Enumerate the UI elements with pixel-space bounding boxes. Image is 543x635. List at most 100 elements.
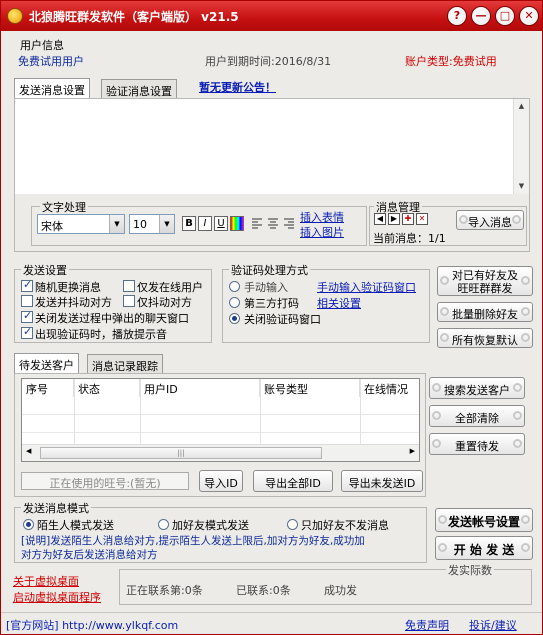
prev-message-icon[interactable]: ◀ (374, 213, 386, 225)
shake-only-label: 仅抖动对方 (137, 296, 192, 309)
disclaimer-link[interactable]: 免责声明 (405, 617, 449, 633)
scroll-left-icon[interactable]: ◀ (26, 447, 31, 455)
column-divider (260, 379, 261, 444)
captcha-manual-radio[interactable] (229, 281, 240, 292)
add-only-radio[interactable] (287, 519, 298, 530)
table-hscrollbar[interactable]: ◀ ||| ▶ (22, 444, 419, 461)
start-send-button[interactable]: 开 始 发 送 (435, 536, 533, 560)
size-select-value: 10 (133, 218, 147, 231)
scroll-down-icon[interactable]: ▼ (514, 179, 529, 194)
clear-all-button[interactable]: 全部清除 (429, 405, 525, 427)
account-type: 账户类型:免费试用 (405, 55, 497, 68)
export-all-id-button[interactable]: 导出全部ID (253, 470, 333, 492)
captcha-close-radio[interactable] (229, 313, 240, 324)
send-shake-label: 发送并抖动对方 (35, 296, 112, 309)
captcha-group: 验证码处理方式 手动输入 手动输入验证码窗口 第三方打码 相关设置 关闭验证码窗… (222, 262, 430, 343)
status-panel: 正在联系第:0条 已联系:0条 成功发 发实际数 (119, 562, 532, 605)
customer-table[interactable]: 序号 状态 用户ID 账号类型 在线情况 ◀ ||| ▶ (21, 378, 420, 462)
feedback-link[interactable]: 投诉/建议 (469, 617, 517, 633)
footer-divider (1, 612, 542, 613)
column-divider (74, 379, 75, 444)
manual-captcha-window-link[interactable]: 手动输入验证码窗口 (317, 279, 416, 295)
expiry-date: 用户到期时间:2016/8/31 (205, 55, 332, 68)
shake-only-checkbox[interactable] (123, 295, 135, 307)
send-mode-group: 发送消息模式 陌生人模式发送 加好友模式发送 只加好友不发消息 [说明]发送陌生… (14, 500, 427, 563)
export-unsent-id-button[interactable]: 导出未发送ID (341, 470, 423, 492)
insert-image-link[interactable]: 插入图片 (300, 224, 344, 240)
column-divider (140, 379, 141, 444)
tab-send-message-settings[interactable]: 发送消息设置 (14, 78, 90, 99)
next-message-icon[interactable]: ▶ (388, 213, 400, 225)
friend-mode-radio[interactable] (158, 519, 169, 530)
close-chat-label: 关闭发送过程中弹出的聊天窗口 (35, 312, 189, 325)
minimize-button[interactable]: — (471, 6, 491, 26)
send-settings-heading: 发送设置 (21, 262, 69, 278)
align-center-icon[interactable] (266, 216, 280, 231)
send-mode-note-2: 对方为好友后发送消息给对方 (21, 549, 158, 561)
stranger-mode-radio[interactable] (23, 519, 34, 530)
column-divider (360, 379, 361, 444)
tab-pending-customers[interactable]: 待发送客户 (14, 353, 79, 374)
search-customers-button[interactable]: 搜索发送客户 (429, 377, 525, 399)
add-message-icon[interactable]: ✚ (402, 213, 414, 225)
chevron-down-icon[interactable]: ▼ (109, 215, 124, 233)
captcha-sound-checkbox[interactable] (21, 325, 33, 339)
message-scrollbar[interactable]: ▲ ▼ (513, 99, 529, 194)
online-only-label: 仅发在线用户 (137, 281, 203, 294)
column-header-index[interactable]: 序号 (22, 379, 74, 397)
message-manage-group: 消息管理 ◀ ▶ ✚ ✕ 当前消息：1/1 导入消息 (369, 199, 527, 246)
online-only-checkbox[interactable] (123, 280, 135, 292)
align-right-icon[interactable] (282, 216, 296, 231)
column-header-account-type[interactable]: 账号类型 (260, 379, 360, 397)
contacted-status: 已联系:0条 (236, 584, 291, 597)
help-button[interactable]: ? (447, 6, 467, 26)
font-select[interactable]: 宋体 ▼ (37, 214, 125, 234)
about-virtual-desktop-link[interactable]: 关于虚拟桌面 (13, 573, 79, 589)
scroll-right-icon[interactable]: ▶ (410, 447, 415, 455)
main-window: 北狼腾旺群发软件（客户端版） v21.5 ? — □ ✕ 用户信息 免费试用用户… (0, 0, 543, 635)
maximize-button[interactable]: □ (495, 6, 515, 26)
scroll-up-icon[interactable]: ▲ (514, 99, 529, 114)
user-name: 免费试用用户 (18, 55, 84, 68)
column-header-status[interactable]: 状态 (74, 379, 140, 397)
announcement-link[interactable]: 暂无更新公告！ (199, 79, 276, 95)
font-select-value: 宋体 (41, 220, 63, 233)
current-wangwang-field: 正在使用的旺号:(暂无) (21, 472, 189, 490)
reset-pending-button[interactable]: 重置待发 (429, 433, 525, 455)
batch-delete-friends-button[interactable]: 批量删除好友 (437, 302, 533, 322)
align-left-icon[interactable] (250, 216, 264, 231)
insert-emoji-link[interactable]: 插入表情 (300, 209, 344, 225)
random-message-checkbox[interactable] (21, 278, 33, 292)
import-message-button[interactable]: 导入消息 (456, 210, 524, 230)
column-header-online[interactable]: 在线情况 (360, 379, 421, 397)
captcha-third-party-radio[interactable] (229, 297, 240, 308)
start-virtual-desktop-link[interactable]: 启动虚拟桌面程序 (13, 589, 101, 605)
official-website-link[interactable]: [官方网站] http://www.ylkqf.com (6, 617, 178, 633)
send-to-friends-button[interactable]: 对已有好友及 旺旺群群发 (437, 266, 533, 296)
restore-default-button[interactable]: 所有恢复默认 (437, 328, 533, 348)
app-logo-icon (7, 8, 23, 24)
import-id-button[interactable]: 导入ID (199, 470, 243, 492)
italic-button[interactable]: I (198, 216, 212, 231)
bold-button[interactable]: B (182, 216, 196, 231)
account-settings-button[interactable]: 发送帐号设置 (435, 508, 533, 532)
tab-message-log[interactable]: 消息记录跟踪 (87, 354, 163, 374)
column-header-user-id[interactable]: 用户ID (140, 379, 260, 397)
color-palette-icon[interactable] (230, 216, 244, 231)
message-textarea[interactable] (18, 102, 526, 192)
delete-message-icon[interactable]: ✕ (416, 213, 428, 225)
close-chat-checkbox[interactable] (21, 309, 33, 323)
success-status: 成功发 (324, 584, 357, 597)
tab-verify-message-settings[interactable]: 验证消息设置 (101, 79, 177, 99)
stranger-mode-label: 陌生人模式发送 (37, 519, 114, 532)
underline-button[interactable]: U (214, 216, 228, 231)
size-select[interactable]: 10 ▼ (129, 214, 175, 234)
captcha-settings-link[interactable]: 相关设置 (317, 295, 361, 311)
window-title: 北狼腾旺群发软件（客户端版） v21.5 (29, 10, 239, 24)
close-button[interactable]: ✕ (519, 6, 539, 26)
random-message-label: 随机更换消息 (35, 281, 101, 294)
scroll-thumb[interactable]: ||| (40, 447, 322, 459)
send-shake-checkbox[interactable] (21, 295, 33, 307)
customer-list-panel: 序号 状态 用户ID 账号类型 在线情况 ◀ ||| ▶ 正在使用的旺号:(暂无… (14, 373, 426, 497)
chevron-down-icon[interactable]: ▼ (159, 215, 174, 233)
